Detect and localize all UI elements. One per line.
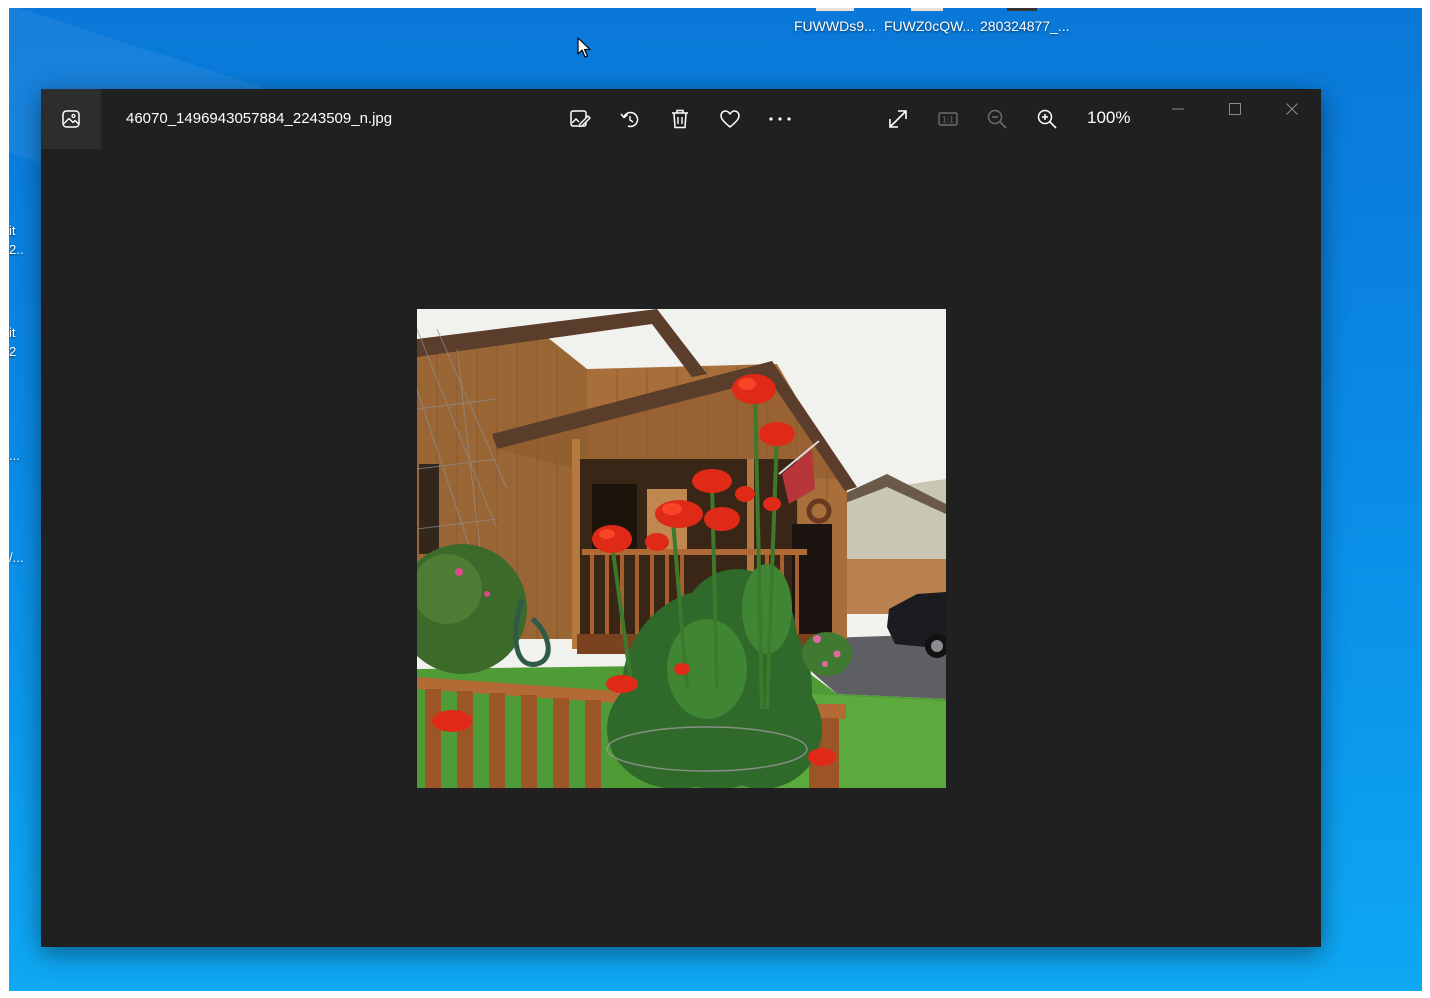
expand-icon xyxy=(889,110,907,128)
desktop-edge-label[interactable]: 2 xyxy=(9,344,23,359)
mouse-cursor-icon xyxy=(577,37,591,58)
title-bar: 46070_1496943057884_2243509_n.jpg 1:1 10… xyxy=(41,89,1321,149)
more-options-button[interactable] xyxy=(765,104,795,134)
heart-icon xyxy=(720,110,740,128)
desktop-icon-thumbnail xyxy=(816,8,854,11)
zoom-in-icon xyxy=(1037,109,1057,129)
file-name: 46070_1496943057884_2243509_n.jpg xyxy=(126,110,393,127)
desktop-edge-label[interactable]: ... xyxy=(9,448,23,463)
svg-text:1:1: 1:1 xyxy=(942,116,954,125)
trash-icon xyxy=(672,109,688,129)
photo-viewer-window: 46070_1496943057884_2243509_n.jpg 1:1 10… xyxy=(41,89,1321,947)
actual-size-icon: 1:1 xyxy=(938,112,958,126)
desktop-icon-280324877[interactable]: 280324877_... xyxy=(980,18,1070,34)
actual-size-button[interactable]: 1:1 xyxy=(933,104,963,134)
desktop-icon-thumbnail xyxy=(1007,8,1037,11)
desktop-edge-label[interactable]: 2... xyxy=(9,242,23,257)
edit-image-button[interactable] xyxy=(565,104,595,134)
delete-button[interactable] xyxy=(665,104,695,134)
displayed-photo xyxy=(417,309,946,788)
minimize-icon xyxy=(1172,108,1184,110)
zoom-out-button[interactable] xyxy=(982,104,1012,134)
desktop-icon-fuwwds9[interactable]: FUWWDs9... xyxy=(794,18,876,34)
close-button[interactable] xyxy=(1277,95,1307,123)
photos-app-button[interactable] xyxy=(41,89,101,149)
favorite-button[interactable] xyxy=(715,104,745,134)
maximize-icon xyxy=(1229,103,1241,115)
desktop-icon-fuwz0cqw[interactable]: FUWZ0cQW... xyxy=(884,18,974,34)
rotate-button[interactable] xyxy=(615,104,645,134)
zoom-level[interactable]: 100% xyxy=(1087,108,1130,128)
more-icon xyxy=(769,117,791,121)
desktop-icon-thumbnail xyxy=(911,8,943,11)
close-icon xyxy=(1286,103,1298,115)
maximize-button[interactable] xyxy=(1220,95,1250,123)
edit-image-icon xyxy=(570,110,591,128)
desktop-edge-label[interactable]: it xyxy=(9,223,23,238)
minimize-button[interactable] xyxy=(1163,95,1193,123)
fullscreen-button[interactable] xyxy=(883,104,913,134)
desktop-edge-label[interactable]: /... xyxy=(9,550,23,565)
rotate-icon xyxy=(620,111,639,128)
zoom-in-button[interactable] xyxy=(1032,104,1062,134)
photos-app-icon xyxy=(62,110,80,128)
desktop-edge-label[interactable]: it xyxy=(9,325,23,340)
zoom-out-icon xyxy=(987,109,1007,129)
